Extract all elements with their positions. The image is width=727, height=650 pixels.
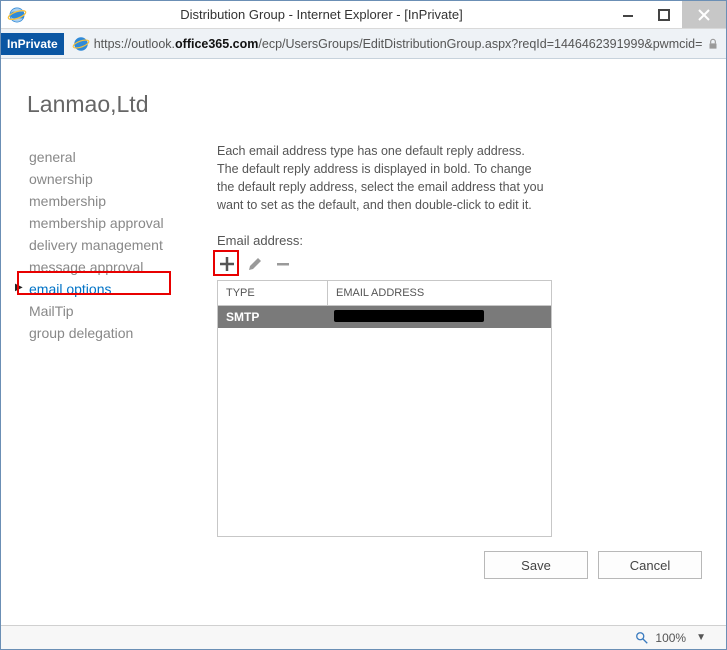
- url-path: /ecp/UsersGroups/EditDistributionGroup.a…: [258, 37, 702, 51]
- url-field[interactable]: https://outlook.office365.com/ecp/UsersG…: [94, 37, 702, 51]
- description-text: Each email address type has one default …: [217, 142, 547, 215]
- email-table: TYPE EMAIL ADDRESS SMTP: [217, 280, 552, 537]
- close-button[interactable]: [682, 1, 726, 28]
- lock-icon: [706, 37, 720, 51]
- pencil-icon: [247, 256, 263, 272]
- ie-logo-icon: [7, 5, 27, 25]
- address-bar: InPrivate https://outlook.office365.com/…: [1, 29, 726, 59]
- url-domain: office365.com: [175, 37, 258, 51]
- zoom-dropdown[interactable]: ▼: [696, 632, 706, 643]
- email-address-label: Email address:: [217, 233, 702, 248]
- highlight-add-button: [213, 250, 239, 276]
- sidebar-item-MailTip[interactable]: MailTip: [27, 300, 197, 322]
- cancel-button[interactable]: Cancel: [598, 551, 702, 579]
- url-prefix: https://outlook.: [94, 37, 175, 51]
- col-address[interactable]: EMAIL ADDRESS: [328, 281, 551, 305]
- magnifier-icon[interactable]: [635, 631, 649, 645]
- redacted-email: [334, 310, 484, 322]
- sidebar-item-group-delegation[interactable]: group delegation: [27, 322, 197, 344]
- save-button[interactable]: Save: [484, 551, 588, 579]
- sidebar-item-general[interactable]: general: [27, 146, 197, 168]
- inprivate-badge: InPrivate: [1, 33, 64, 55]
- maximize-button[interactable]: [646, 1, 682, 28]
- window-title: Distribution Group - Internet Explorer -…: [33, 7, 610, 22]
- table-body: SMTP: [218, 306, 551, 536]
- email-toolbar: [217, 254, 702, 274]
- sidebar-item-membership[interactable]: membership: [27, 190, 197, 212]
- remove-button[interactable]: [273, 254, 293, 274]
- sidebar-item-ownership[interactable]: ownership: [27, 168, 197, 190]
- sidebar-item-delivery-management[interactable]: delivery management: [27, 234, 197, 256]
- content-area: Lanmao,Ltd generalownershipmembershipmem…: [1, 61, 726, 619]
- col-type[interactable]: TYPE: [218, 281, 328, 305]
- page-title: Lanmao,Ltd: [27, 91, 702, 118]
- ie-small-icon: [72, 35, 90, 53]
- sidebar-item-membership-approval[interactable]: membership approval: [27, 212, 197, 234]
- table-header: TYPE EMAIL ADDRESS: [218, 281, 551, 306]
- minus-icon: [275, 256, 291, 272]
- table-row[interactable]: SMTP: [218, 306, 551, 328]
- edit-button[interactable]: [245, 254, 265, 274]
- sidebar-nav: generalownershipmembershipmembership app…: [27, 142, 197, 344]
- sidebar-item-email-options[interactable]: email options: [27, 278, 197, 300]
- cell-address: [328, 306, 551, 328]
- minimize-button[interactable]: [610, 1, 646, 28]
- main-panel: Each email address type has one default …: [197, 142, 702, 537]
- status-bar: 100% ▼: [1, 625, 726, 649]
- window-titlebar: Distribution Group - Internet Explorer -…: [1, 1, 726, 29]
- window-controls: [610, 1, 726, 28]
- zoom-level[interactable]: 100%: [655, 631, 686, 645]
- dialog-buttons: Save Cancel: [484, 551, 702, 579]
- cell-type: SMTP: [218, 306, 328, 328]
- sidebar-item-message-approval[interactable]: message approval: [27, 256, 197, 278]
